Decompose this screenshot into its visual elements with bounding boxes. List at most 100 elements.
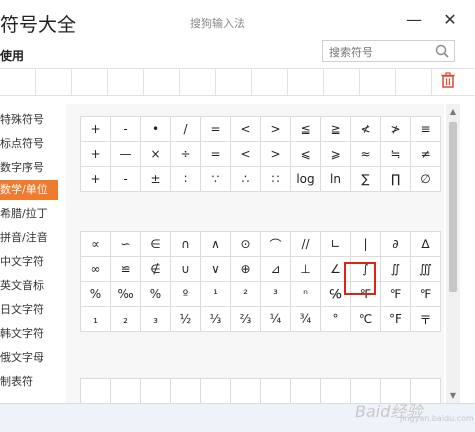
symbol-cell[interactable]: ⌒: [260, 231, 291, 257]
symbol-cell[interactable]: ⊿: [260, 256, 291, 282]
symbol-cell[interactable]: ₁: [80, 306, 111, 332]
symbol-cell[interactable]: ∧: [200, 231, 231, 257]
symbol-cell[interactable]: ⊙: [230, 231, 261, 257]
symbol-cell[interactable]: ∽: [110, 231, 141, 257]
symbol-cell[interactable]: ∷: [260, 166, 291, 192]
symbol-cell[interactable]: log: [290, 166, 321, 192]
sidebar-item-numbers[interactable]: 数字序号: [0, 158, 58, 178]
symbol-cell[interactable]: ≮: [350, 116, 381, 142]
symbol-cell[interactable]: ¹: [200, 281, 231, 307]
symbol-cell[interactable]: ÷: [170, 141, 201, 167]
symbol-cell[interactable]: ≯: [380, 116, 411, 142]
symbol-cell[interactable]: ₃: [140, 306, 171, 332]
symbol-cell[interactable]: ∶: [170, 166, 201, 192]
symbol-cell[interactable]: ½: [170, 306, 201, 332]
close-button[interactable]: ✕: [436, 8, 464, 32]
recent-cell[interactable]: [396, 69, 432, 95]
symbol-cell[interactable]: ℉: [410, 281, 441, 307]
symbol-cell[interactable]: >: [260, 116, 291, 142]
recent-cell[interactable]: [216, 69, 252, 95]
symbol-cell[interactable]: ∭: [410, 256, 441, 282]
sidebar-item-math-units[interactable]: 数学/单位: [0, 180, 58, 200]
symbol-cell[interactable]: ⁿ: [290, 281, 321, 307]
symbol-cell[interactable]: ℅: [320, 281, 351, 307]
recent-cell[interactable]: [324, 69, 360, 95]
symbol-cell[interactable]: ∠: [320, 256, 351, 282]
symbol-cell[interactable]: ³: [260, 281, 291, 307]
symbol-cell[interactable]: ×: [140, 141, 171, 167]
symbol-cell[interactable]: ≈: [350, 141, 381, 167]
search-input[interactable]: [327, 43, 431, 61]
sidebar-item-box-drawing[interactable]: 制表符: [0, 372, 58, 392]
symbol-cell[interactable]: °: [320, 306, 351, 332]
symbol-cell[interactable]: °F: [380, 306, 411, 332]
symbol-cell[interactable]: ∨: [200, 256, 231, 282]
symbol-cell[interactable]: ∝: [80, 231, 111, 257]
symbol-cell[interactable]: ₂: [110, 306, 141, 332]
symbol-cell[interactable]: ±: [140, 166, 171, 192]
symbol-cell[interactable]: <: [230, 116, 261, 142]
symbol-cell[interactable]: ⅓: [200, 306, 231, 332]
sidebar-item-punctuation[interactable]: 标点符号: [0, 134, 58, 154]
scroll-down-icon[interactable]: ▼: [448, 391, 458, 401]
trash-icon[interactable]: [440, 72, 456, 88]
symbol-cell[interactable]: [80, 378, 111, 404]
symbol-cell[interactable]: ∬: [380, 256, 411, 282]
symbol-cell[interactable]: |: [350, 231, 381, 257]
recent-cell[interactable]: [108, 69, 144, 95]
symbol-cell[interactable]: ¾: [290, 306, 321, 332]
sidebar-item-special[interactable]: 特殊符号: [0, 110, 58, 130]
recent-cell[interactable]: [180, 69, 216, 95]
symbol-cell[interactable]: ∈: [140, 231, 171, 257]
symbol-cell[interactable]: ²: [230, 281, 261, 307]
symbol-cell[interactable]: [290, 378, 321, 404]
recent-cell[interactable]: [360, 69, 396, 95]
recent-cell[interactable]: [36, 69, 72, 95]
symbol-cell[interactable]: [260, 378, 291, 404]
symbol-cell[interactable]: //: [290, 231, 321, 257]
symbol-cell[interactable]: =: [200, 141, 231, 167]
symbol-cell[interactable]: ℉: [350, 281, 381, 307]
symbol-cell[interactable]: <: [230, 141, 261, 167]
symbol-cell[interactable]: /: [170, 116, 201, 142]
symbol-cell[interactable]: [320, 378, 351, 404]
symbol-cell[interactable]: %: [80, 281, 111, 307]
sidebar-item-greek-latin[interactable]: 希腊/拉丁: [0, 204, 58, 224]
vertical-scrollbar[interactable]: ▲ ▼: [446, 104, 460, 404]
symbol-cell[interactable]: ℃: [350, 306, 381, 332]
symbol-cell[interactable]: —: [110, 141, 141, 167]
symbol-cell[interactable]: ∅: [410, 166, 441, 192]
symbol-cell[interactable]: [170, 378, 201, 404]
symbol-cell[interactable]: ≌: [110, 256, 141, 282]
symbol-cell[interactable]: ∆: [410, 231, 441, 257]
symbol-cell[interactable]: ∏: [380, 166, 411, 192]
symbol-cell[interactable]: ∟: [320, 231, 351, 257]
symbol-cell[interactable]: ∴: [230, 166, 261, 192]
symbol-cell[interactable]: ≠: [410, 141, 441, 167]
sidebar-item-phonetic[interactable]: 英文音标: [0, 276, 58, 296]
symbol-cell[interactable]: ≧: [320, 116, 351, 142]
scrollbar-thumb[interactable]: [449, 122, 457, 292]
symbol-cell[interactable]: ln: [320, 166, 351, 192]
symbol-cell[interactable]: ‰: [110, 281, 141, 307]
symbol-cell[interactable]: ∑: [350, 166, 381, 192]
symbol-cell[interactable]: ∩: [170, 231, 201, 257]
symbol-cell[interactable]: >: [260, 141, 291, 167]
symbol-cell[interactable]: +: [80, 116, 111, 142]
symbol-cell[interactable]: ≦: [290, 116, 321, 142]
search-icon[interactable]: [434, 43, 450, 59]
symbol-cell[interactable]: [140, 378, 171, 404]
symbol-cell[interactable]: [200, 378, 231, 404]
symbol-cell[interactable]: ∪: [170, 256, 201, 282]
symbol-cell[interactable]: ⊕: [230, 256, 261, 282]
symbol-cell[interactable]: +: [80, 166, 111, 192]
symbol-cell[interactable]: ∵: [200, 166, 231, 192]
symbol-cell[interactable]: ⅔: [230, 306, 261, 332]
symbol-cell[interactable]: ¼: [260, 306, 291, 332]
symbol-cell[interactable]: 〒: [410, 306, 441, 332]
symbol-cell[interactable]: ∞: [80, 256, 111, 282]
recent-cell[interactable]: [144, 69, 180, 95]
symbol-cell[interactable]: º: [170, 281, 201, 307]
symbol-cell[interactable]: [230, 378, 261, 404]
symbol-cell[interactable]: +: [80, 141, 111, 167]
